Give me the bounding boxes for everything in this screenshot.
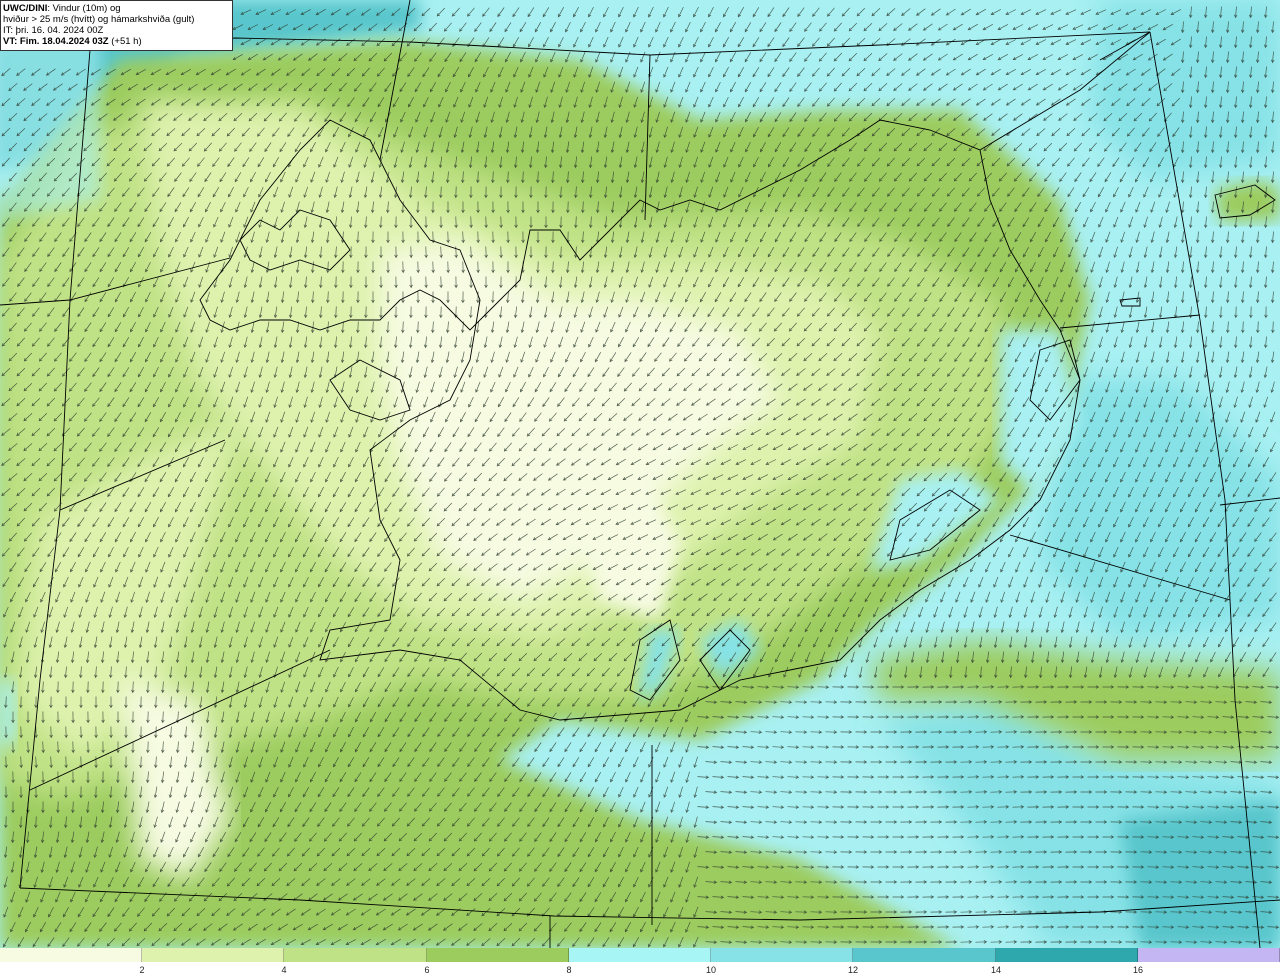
valid-time: VT: Fim. 18.04.2024 03Z — [3, 36, 109, 47]
legend-tick-label: 6 — [424, 965, 430, 975]
legend-swatch — [142, 948, 285, 962]
legend-color-bar — [0, 948, 1280, 962]
model-name: UWC/DINI — [3, 3, 48, 14]
wind-speed-field — [0, 0, 1280, 948]
legend-tick-label: 12 — [847, 965, 859, 975]
legend-swatch — [711, 948, 854, 962]
legend-tick-label: 10 — [705, 965, 717, 975]
legend-swatch — [426, 948, 569, 962]
color-scale-legend: 2 4 6 8 10 12 14 16 — [0, 948, 1280, 978]
title-rest: : Vindur (10m) og — [47, 3, 121, 14]
legend-swatch — [995, 948, 1138, 962]
legend-tick-label: 8 — [566, 965, 572, 975]
legend-swatch — [1137, 948, 1280, 962]
legend-tick-label: 14 — [990, 965, 1002, 975]
legend-tick-label: 2 — [139, 965, 145, 975]
wind-map[interactable] — [0, 0, 1280, 948]
legend-swatch — [284, 948, 427, 962]
map-info-box: UWC/DINI: Vindur (10m) og hviður > 25 m/… — [0, 0, 233, 51]
legend-swatch — [0, 948, 143, 962]
forecast-hour: (+51 h) — [108, 36, 142, 47]
subtitle-line: hviður > 25 m/s (hvítt) og hámarkshviða … — [3, 14, 195, 25]
legend-tick-label: 4 — [281, 965, 287, 975]
legend-swatch — [853, 948, 996, 962]
legend-swatch — [568, 948, 712, 962]
title-line: UWC/DINI: Vindur (10m) og — [3, 3, 230, 14]
init-time: IT: þri. 16. 04. 2024 00Z — [3, 25, 104, 36]
valid-time-line: VT: Fim. 18.04.2024 03Z (+51 h) — [3, 36, 230, 47]
legend-tick-label: 16 — [1132, 965, 1144, 975]
